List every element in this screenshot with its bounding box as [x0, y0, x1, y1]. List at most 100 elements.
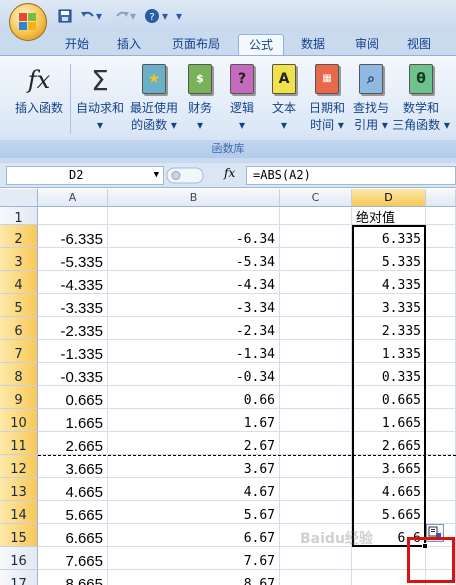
row-header[interactable]: 1 — [0, 207, 38, 226]
cell-a[interactable]: -1.335 — [38, 340, 108, 363]
cell-a[interactable]: 5.665 — [38, 501, 108, 524]
cell-a[interactable]: -5.335 — [38, 248, 108, 271]
undo-dropdown[interactable]: ▾ — [96, 7, 102, 25]
cell-d[interactable]: 绝对值 — [352, 207, 426, 225]
cell-a[interactable]: -6.335 — [38, 225, 108, 248]
cell-e[interactable] — [426, 501, 456, 524]
tab-insert[interactable]: 插入 — [108, 34, 150, 56]
save-icon[interactable] — [58, 7, 72, 25]
insert-function-button[interactable]: fx 插入函数 — [10, 62, 68, 117]
cell-d[interactable]: 6.335 — [352, 225, 426, 248]
cell-a[interactable]: 4.665 — [38, 478, 108, 501]
recently-used-button[interactable]: ★ 最近使用 的函数 ▾ — [126, 62, 182, 134]
cell-a[interactable]: 2.665 — [38, 432, 108, 455]
customize-quick-access[interactable]: ▾ — [176, 7, 182, 25]
cell-d[interactable]: 2.665 — [352, 432, 426, 455]
row-header[interactable]: 4 — [0, 271, 38, 294]
cell-d[interactable]: 0.335 — [352, 363, 426, 386]
cell-a[interactable]: 3.665 — [38, 455, 108, 478]
cell-b[interactable]: -6.34 — [108, 225, 280, 248]
cell-d[interactable]: 1.665 — [352, 409, 426, 432]
cell-c[interactable] — [280, 271, 352, 294]
cell-d[interactable]: 3.665 — [352, 455, 426, 478]
cell-a[interactable]: -3.335 — [38, 294, 108, 317]
expand-handle-icon[interactable] — [166, 166, 206, 185]
name-box-dropdown-icon[interactable]: ▼ — [154, 167, 159, 184]
tab-home[interactable]: 开始 — [56, 34, 98, 56]
tab-review[interactable]: 审阅 — [346, 34, 388, 56]
cell-a[interactable]: -4.335 — [38, 271, 108, 294]
cell-b[interactable] — [108, 207, 280, 225]
select-all-corner[interactable] — [0, 189, 38, 207]
cell-e[interactable] — [426, 363, 456, 386]
help-dropdown[interactable]: ▾ — [162, 7, 168, 25]
cell-e[interactable] — [426, 340, 456, 363]
cell-e[interactable] — [426, 248, 456, 271]
row-header[interactable]: 13 — [0, 478, 38, 501]
cell-d[interactable]: 1.335 — [352, 340, 426, 363]
cell-c[interactable] — [280, 409, 352, 432]
cell-c[interactable] — [280, 478, 352, 501]
lookup-reference-button[interactable]: ⌕ 查找与 引用 ▾ — [348, 62, 394, 134]
row-header[interactable]: 8 — [0, 363, 38, 386]
financial-button[interactable]: $ 财务 ▾ — [182, 62, 218, 134]
tab-data[interactable]: 数据 — [292, 34, 334, 56]
cell-b[interactable]: 4.67 — [108, 478, 280, 501]
row-header[interactable]: 12 — [0, 455, 38, 478]
cell-e[interactable] — [426, 432, 456, 455]
cell-c[interactable] — [280, 501, 352, 524]
cell-b[interactable]: 7.67 — [108, 547, 280, 570]
formula-input[interactable]: =ABS(A2) — [246, 166, 456, 185]
column-header-c[interactable]: C — [280, 189, 352, 207]
redo-icon[interactable] — [114, 7, 130, 25]
cell-d[interactable]: 3.335 — [352, 294, 426, 317]
cell-c[interactable] — [280, 248, 352, 271]
cell-a[interactable]: -0.335 — [38, 363, 108, 386]
row-header[interactable]: 9 — [0, 386, 38, 409]
cell-c[interactable] — [280, 432, 352, 455]
cell-d[interactable]: 0.665 — [352, 386, 426, 409]
cell-d[interactable]: 4.335 — [352, 271, 426, 294]
row-header[interactable]: 5 — [0, 294, 38, 317]
cell-b[interactable]: -2.34 — [108, 317, 280, 340]
name-box[interactable]: D2 ▼ — [6, 166, 164, 185]
text-button[interactable]: A 文本 ▾ — [266, 62, 302, 134]
cell-c[interactable] — [280, 363, 352, 386]
cell-c[interactable] — [280, 340, 352, 363]
cell-d[interactable]: 2.335 — [352, 317, 426, 340]
row-header[interactable]: 11 — [0, 432, 38, 455]
date-time-button[interactable]: ▦ 日期和 时间 ▾ — [304, 62, 350, 134]
column-header-e[interactable] — [426, 189, 456, 207]
cell-b[interactable]: 8.67 — [108, 570, 280, 585]
cell-b[interactable]: 6.67 — [108, 524, 280, 547]
row-header[interactable]: 14 — [0, 501, 38, 524]
cell-b[interactable]: 3.67 — [108, 455, 280, 478]
undo-icon[interactable] — [80, 7, 96, 25]
cell-c[interactable] — [280, 455, 352, 478]
cell-a[interactable] — [38, 207, 108, 225]
cell-e[interactable] — [426, 455, 456, 478]
cell-e[interactable] — [426, 478, 456, 501]
help-icon[interactable]: ? — [144, 7, 160, 25]
cell-b[interactable]: -1.34 — [108, 340, 280, 363]
column-header-d[interactable]: D — [352, 189, 426, 207]
redo-dropdown[interactable]: ▾ — [130, 7, 136, 25]
cell-d[interactable]: 5.335 — [352, 248, 426, 271]
row-header[interactable]: 16 — [0, 547, 38, 570]
column-header-b[interactable]: B — [108, 189, 280, 207]
cell-c[interactable] — [280, 207, 352, 225]
row-header[interactable]: 3 — [0, 248, 38, 271]
autosum-button[interactable]: Σ 自动求和 ▾ — [74, 62, 126, 134]
cell-a[interactable]: 1.665 — [38, 409, 108, 432]
cell-b[interactable]: -5.34 — [108, 248, 280, 271]
cell-b[interactable]: -4.34 — [108, 271, 280, 294]
cell-e[interactable] — [426, 409, 456, 432]
cell-b[interactable]: 2.67 — [108, 432, 280, 455]
row-header[interactable]: 7 — [0, 340, 38, 363]
logical-button[interactable]: ? 逻辑 ▾ — [224, 62, 260, 134]
cell-a[interactable]: 7.665 — [38, 547, 108, 570]
cell-c[interactable] — [280, 225, 352, 248]
tab-formulas[interactable]: 公式 — [238, 34, 284, 56]
cell-e[interactable] — [426, 294, 456, 317]
cell-c[interactable] — [280, 294, 352, 317]
